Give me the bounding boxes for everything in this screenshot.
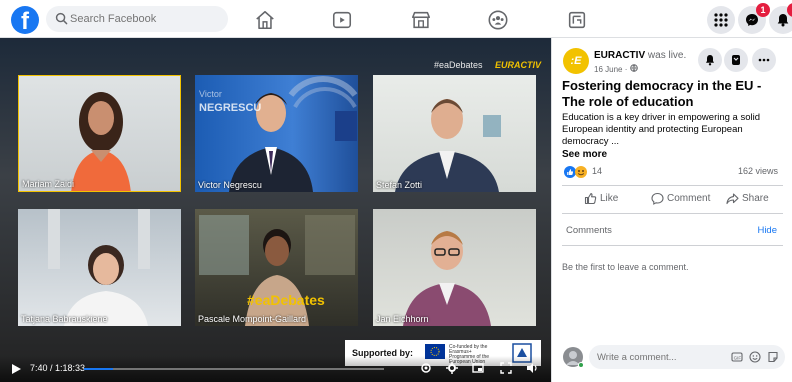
settings-icon[interactable] [420,362,432,374]
emoji-icon[interactable] [749,351,761,363]
participant-video [403,231,491,326]
participant-name: Jan Eichhorn [376,314,429,324]
divider [562,185,783,186]
groups-icon[interactable] [487,9,509,31]
post-title: Fostering democracy in the EU - The role… [562,78,762,109]
gaming-icon[interactable] [566,9,588,31]
online-status-indicator [578,362,584,368]
participant-tile: Stefan Zotti [373,75,536,192]
participant-name: Tatjana Babrauskiene [21,314,108,324]
participant-video [71,92,131,191]
participant-video: #eaDebates [199,215,355,326]
grid-menu-icon [714,13,728,27]
messenger-badge: 1 [756,3,770,17]
like-button[interactable]: Like [584,192,619,205]
live-status: was live. [647,50,687,61]
post-header: EURACTIV was live. [594,50,686,61]
empty-comments-message: Be the first to leave a comment. [562,262,689,272]
svg-text:Victor: Victor [199,89,222,99]
follow-button[interactable] [698,48,722,72]
comment-composer[interactable]: GIF [589,345,785,369]
play-icon[interactable] [12,364,21,374]
reaction-count[interactable]: 14 [592,166,602,176]
share-label: Share [742,193,769,204]
euractiv-watermark: EURACTIV [495,60,542,70]
participant-video [48,209,150,326]
see-more-link[interactable]: See more [562,149,607,160]
participant-tile: Jan Eichhorn [373,209,536,326]
progress-bar[interactable] [84,368,384,370]
search-box[interactable] [46,6,228,32]
svg-text:NEGRESCU: NEGRESCU [199,102,261,114]
video-time: 7:40 / 1:18:33 [30,363,86,373]
more-icon [758,58,770,62]
backdrop-hashtag: #eaDebates [247,292,325,308]
participant-tile: Tatjana Babrauskiene [18,209,181,326]
participant-name: Stefan Zotti [376,180,423,190]
save-button[interactable] [724,48,748,72]
gif-icon[interactable]: GIF [731,351,743,363]
menu-button[interactable] [707,6,735,34]
messenger-button[interactable]: 1 [738,3,770,34]
globe-icon [629,64,638,73]
page-avatar[interactable]: :E [563,48,589,74]
participant-tile: Mariam Zaidi [18,75,181,192]
comment-button[interactable]: Comment [651,192,711,205]
reactions-icon[interactable] [563,165,593,179]
post-panel: :E EURACTIV was live. 16 June · Fosterin… [551,38,792,382]
bell-icon [777,14,789,27]
hide-comments-link[interactable]: Hide [757,225,777,236]
fullscreen-icon[interactable] [500,362,512,374]
page-name-link[interactable]: EURACTIV [594,50,645,61]
comment-icon [651,192,664,205]
messenger-icon [746,14,758,26]
divider [562,245,783,246]
marketplace-icon[interactable] [410,9,432,31]
thumbs-up-icon [584,192,597,205]
participant-name: Pascale Mompoint-Gaillard [198,314,307,324]
participant-tile: Victor NEGRESCU Victor Negrescu [195,75,358,192]
comment-label: Comment [667,193,711,204]
participant-tile: #eaDebates Pascale Mompoint-Gaillard [195,209,358,326]
comment-input[interactable] [597,345,717,369]
progress-fill [84,368,114,370]
volume-icon[interactable] [526,362,538,374]
comments-heading: Comments [566,225,612,236]
post-date-text: 16 June · [594,65,630,74]
share-button[interactable]: Share [726,193,769,205]
miniplayer-icon[interactable] [472,362,484,374]
event-hashtag: #eaDebates [434,60,483,70]
home-icon[interactable] [254,9,276,31]
divider [562,213,783,214]
more-options-button[interactable] [752,48,776,72]
share-icon [726,193,739,205]
notifications-button[interactable]: 1 [769,3,792,34]
participant-video [395,99,501,192]
watch-icon[interactable] [331,9,353,31]
post-date[interactable]: 16 June · [594,64,638,74]
top-navigation-bar: f 1 1 [0,0,792,38]
sticker-icon[interactable] [767,351,779,363]
participant-name: Victor Negrescu [198,180,262,190]
bookmark-icon [732,55,740,65]
like-label: Like [600,193,619,204]
participant-name: Mariam Zaidi [22,179,75,189]
participant-video: Victor NEGRESCU [199,76,358,192]
gear-icon[interactable] [446,362,458,374]
search-input[interactable] [70,6,220,32]
post-description: Education is a key driver in empowering … [562,112,761,147]
bell-icon [706,55,714,66]
svg-text:GIF: GIF [734,355,742,360]
view-count: 162 views [737,166,778,176]
facebook-logo-icon[interactable]: f [11,6,39,34]
video-controls: 7:40 / 1:18:33 [0,356,551,382]
video-player[interactable]: #eaDebates EURACTIV Mariam Zaidi Victor … [0,38,551,382]
search-icon [55,12,68,25]
